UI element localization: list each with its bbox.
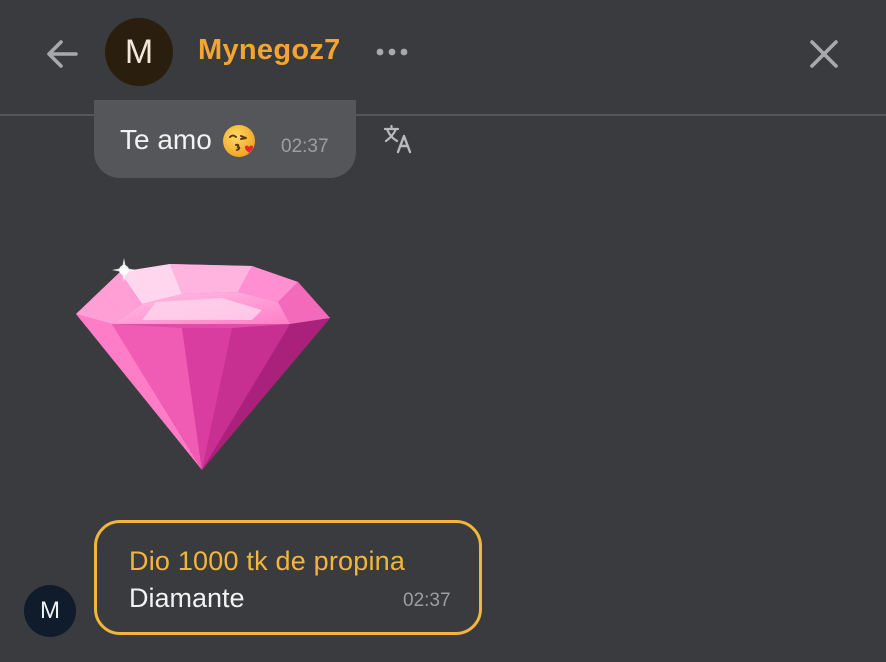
avatar-letter: M xyxy=(124,32,154,71)
gift-name: Diamante xyxy=(129,583,245,613)
gift-message-bubble[interactable] xyxy=(94,520,482,635)
message-text: Te amo xyxy=(120,124,212,155)
chat-username[interactable]: Mynegoz7 xyxy=(198,34,341,67)
close-icon[interactable] xyxy=(800,30,848,78)
sender-avatar[interactable]: M xyxy=(24,585,76,637)
gift-title: Dio 1000 tk de propina xyxy=(129,546,406,576)
translate-icon[interactable] xyxy=(382,122,416,156)
gift-time: 02:37 xyxy=(403,590,451,611)
avatar[interactable]: M xyxy=(105,18,173,86)
message-time: 02:37 xyxy=(281,136,329,157)
chat-header: M Mynegoz7 xyxy=(0,0,886,116)
sender-avatar-letter: M xyxy=(40,597,60,624)
back-arrow-icon[interactable] xyxy=(38,30,86,78)
more-dots-icon[interactable] xyxy=(370,36,414,68)
pink-diamond-image xyxy=(76,258,330,470)
kissing-face-with-heart-emoji xyxy=(223,125,255,157)
chat-screen: M Mynegoz7 Te amo 02:37 M Dio 1000 tk de… xyxy=(0,0,886,662)
